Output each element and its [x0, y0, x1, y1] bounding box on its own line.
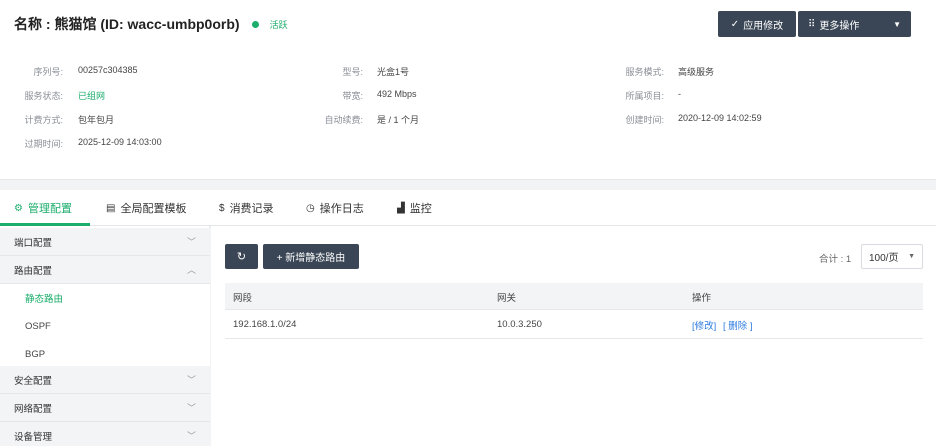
service-mode-value: 高级服务	[678, 67, 715, 77]
static-route-panel: ↻ + 新增静态路由 合计 : 1 100/页 ▼ 网段 网关 操作 192.1…	[211, 226, 936, 446]
bandwidth-value: 492 Mbps	[377, 89, 417, 99]
caret-down-icon: ▼	[908, 253, 915, 260]
sidebar-item-label: OSPF	[25, 320, 51, 332]
billing-value: 包年包月	[78, 115, 115, 125]
page-size-select[interactable]: 100/页 ▼	[861, 244, 923, 269]
tab-manage-config[interactable]: ⚙ 管理配置	[14, 190, 72, 226]
column-header-actions: 操作	[692, 292, 712, 304]
check-icon: ✓	[730, 18, 740, 30]
total-count: 合计 : 1	[819, 254, 852, 265]
project-value: -	[678, 89, 681, 99]
settings-icon: ⚙	[14, 202, 23, 214]
chevron-up-icon: ︿	[186, 265, 196, 275]
auto-renew-label: 自动续费:	[324, 115, 363, 125]
sidebar-item-label: 设备管理	[14, 431, 53, 443]
sidebar-item-static-route[interactable]: 静态路由	[0, 284, 210, 312]
chart-icon: ▟	[397, 202, 405, 214]
refresh-button[interactable]: ↻	[225, 244, 258, 269]
created-label: 创建时间:	[625, 115, 664, 125]
page-title: 名称 : 熊猫馆 (ID: wacc-umbp0orb)	[14, 16, 240, 32]
table-row: 192.168.1.0/24 10.0.3.250 [修改] [ 删除 ]	[225, 310, 923, 339]
tab-operation-log[interactable]: ◷ 操作日志	[306, 190, 364, 226]
service-mode-label: 服务模式:	[625, 67, 664, 77]
sidebar-item-device-mgmt[interactable]: 设备管理 ﹀	[0, 422, 210, 446]
tab-label: 管理配置	[27, 203, 72, 215]
table-header: 网段 网关 操作	[225, 283, 923, 310]
sidebar-item-port-config[interactable]: 端口配置 ﹀	[0, 228, 210, 256]
serial-value: 00257c304385	[78, 65, 138, 75]
status-dot-icon	[251, 20, 259, 28]
instance-header: 名称 : 熊猫馆 (ID: wacc-umbp0orb) 活跃 ✓ 应用修改 ⠿…	[0, 0, 936, 180]
service-status-value: 已组网	[78, 91, 106, 101]
refresh-icon: ↻	[236, 251, 247, 263]
dollar-icon: $	[219, 202, 225, 214]
tab-label: 消费记录	[229, 203, 274, 215]
chevron-down-icon: ﹀	[186, 431, 196, 441]
tab-label: 全局配置模板	[120, 203, 187, 215]
sidebar-item-security-config[interactable]: 安全配置 ﹀	[0, 366, 210, 394]
billing-label: 计费方式:	[24, 115, 63, 125]
column-header-gateway: 网关	[497, 292, 517, 304]
title-row: 名称 : 熊猫馆 (ID: wacc-umbp0orb) 活跃	[14, 14, 288, 34]
tab-label: 监控	[409, 203, 432, 215]
clock-icon: ◷	[306, 202, 315, 214]
delete-link[interactable]: [ 删除 ]	[723, 310, 753, 339]
model-label: 型号:	[342, 67, 363, 77]
model-value: 光盒1号	[377, 67, 410, 77]
page-size-value: 100/页	[869, 253, 899, 264]
apply-changes-label: 应用修改	[743, 20, 784, 32]
sidebar-item-label: 端口配置	[14, 237, 53, 249]
chevron-down-icon: ﹀	[186, 403, 196, 413]
serial-label: 序列号:	[33, 67, 63, 77]
status-badge: 活跃	[269, 19, 288, 30]
tab-bar: ⚙ 管理配置 ▤ 全局配置模板 $ 消费记录 ◷ 操作日志 ▟ 监控	[0, 190, 936, 226]
tab-label: 操作日志	[319, 203, 364, 215]
bandwidth-label: 带宽:	[342, 91, 363, 101]
chevron-down-icon: ﹀	[186, 375, 196, 385]
sidebar-item-bgp[interactable]: BGP	[0, 340, 210, 368]
created-value: 2020-12-09 14:02:59	[678, 113, 762, 123]
grid-icon: ⠿	[808, 18, 816, 30]
caret-down-icon: ▼	[893, 19, 901, 29]
column-header-segment: 网段	[233, 292, 253, 304]
sidebar-item-route-config[interactable]: 路由配置 ︿	[0, 256, 210, 284]
sidebar-item-label: 安全配置	[14, 375, 53, 387]
auto-renew-value: 是 / 1 个月	[377, 115, 420, 125]
sidebar-item-ospf[interactable]: OSPF	[0, 312, 210, 340]
expire-value: 2025-12-09 14:03:00	[78, 137, 162, 147]
sidebar-item-label: 路由配置	[14, 265, 53, 277]
project-label: 所属项目:	[625, 91, 664, 101]
add-static-route-label: + 新增静态路由	[276, 253, 346, 264]
sidebar-item-label: 网络配置	[14, 403, 53, 415]
segment-cell: 192.168.1.0/24	[233, 319, 297, 330]
add-static-route-button[interactable]: + 新增静态路由	[263, 244, 359, 269]
sidebar-item-label: BGP	[25, 348, 46, 360]
tab-billing-records[interactable]: $ 消费记录	[219, 190, 274, 226]
edit-link[interactable]: [修改]	[692, 310, 716, 339]
sidebar-item-label: 静态路由	[25, 294, 64, 305]
document-icon: ▤	[106, 202, 116, 214]
service-status-label: 服务状态:	[24, 91, 63, 101]
chevron-down-icon: ﹀	[186, 237, 196, 247]
sidebar-item-network-config[interactable]: 网络配置 ﹀	[0, 394, 210, 422]
more-actions-button[interactable]: ⠿ 更多操作 ▼	[798, 11, 911, 37]
config-sidebar: 端口配置 ﹀ 路由配置 ︿ 静态路由 OSPF BGP 安全配置 ﹀ 网络配置 …	[0, 226, 210, 446]
tab-global-template[interactable]: ▤ 全局配置模板	[106, 190, 186, 226]
more-actions-label: 更多操作	[819, 20, 860, 32]
expire-label: 过期时间:	[24, 139, 63, 149]
gateway-cell: 10.0.3.250	[497, 319, 542, 330]
apply-changes-button[interactable]: ✓ 应用修改	[718, 11, 796, 37]
tab-monitoring[interactable]: ▟ 监控	[397, 190, 432, 226]
